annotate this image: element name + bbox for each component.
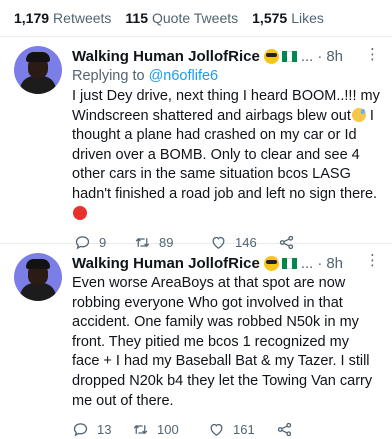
more-icon[interactable]: ⋮ <box>365 47 380 62</box>
sweat-emoji-icon <box>351 107 366 122</box>
emoji-sunglasses-icon <box>263 48 279 64</box>
tweet-text: I just Dey drive, next thing I heard BOO… <box>72 87 380 224</box>
timestamp[interactable]: 8h <box>326 48 343 65</box>
quote-tweets-count: 115 <box>125 10 148 26</box>
avatar[interactable] <box>14 46 62 94</box>
tweet-header: Walking Human JollofRice ... · 8h <box>72 253 380 273</box>
retweets-count: 1,179 <box>14 10 50 26</box>
retweet-icon <box>133 424 148 434</box>
tweet-stats-bar: 1,179 Retweets 115 Quote Tweets 1,575 Likes <box>0 0 392 37</box>
replying-to: Replying to @n6oflife6 <box>72 66 380 86</box>
avatar[interactable] <box>14 253 62 301</box>
likes-label: Likes <box>291 10 324 26</box>
reply-button[interactable]: 13 <box>72 421 132 438</box>
replying-to-handle[interactable]: @n6oflife6 <box>149 68 219 84</box>
separator-dot: · <box>317 254 323 272</box>
like-count: 161 <box>233 421 255 437</box>
tweet-content: Walking Human JollofRice ... · 8h ⋮ Repl… <box>72 46 380 250</box>
quote-tweets-stat[interactable]: 115 Quote Tweets <box>125 10 238 26</box>
display-name[interactable]: Walking Human JollofRice <box>72 255 260 272</box>
replying-to-label: Replying to <box>72 68 149 84</box>
tweet-actions: 13 100 161 <box>72 419 380 439</box>
reply-icon <box>73 422 88 437</box>
tweet[interactable]: Walking Human JollofRice ... · 8h ⋮ Repl… <box>0 37 392 250</box>
nigeria-flag-icon <box>281 257 297 269</box>
like-button[interactable]: 161 <box>208 421 276 438</box>
tweet-content: Walking Human JollofRice ... · 8h ⋮ Even… <box>72 253 380 437</box>
share-button[interactable] <box>276 421 301 438</box>
separator-dot: · <box>317 47 323 65</box>
name-ellipsis: ... <box>300 254 314 272</box>
likes-count: 1,575 <box>252 10 288 26</box>
quote-tweets-label: Quote Tweets <box>152 10 239 26</box>
retweets-label: Retweets <box>53 10 112 26</box>
retweet-button[interactable]: 100 <box>132 421 208 438</box>
retweets-stat[interactable]: 1,179 Retweets <box>14 10 111 26</box>
tweet-text: Even worse AreaBoys at that spot are now… <box>72 275 373 409</box>
nigeria-flag-icon <box>281 50 297 62</box>
like-icon <box>210 423 223 436</box>
likes-stat[interactable]: 1,575 Likes <box>252 10 324 26</box>
retweet-count: 100 <box>157 421 179 437</box>
angry-emoji-icon <box>73 205 87 220</box>
tweet-text-part1: I just Dey drive, next thing I heard BOO… <box>72 88 380 124</box>
tweet-header: Walking Human JollofRice ... · 8h <box>72 46 380 66</box>
more-icon[interactable]: ⋮ <box>365 253 380 268</box>
name-ellipsis: ... <box>300 47 314 65</box>
timestamp[interactable]: 8h <box>326 255 343 272</box>
tweet[interactable]: Walking Human JollofRice ... · 8h ⋮ Even… <box>0 244 392 437</box>
emoji-sunglasses-icon <box>263 255 279 271</box>
share-icon <box>277 422 292 436</box>
display-name[interactable]: Walking Human JollofRice <box>72 48 260 65</box>
reply-count: 13 <box>97 421 112 437</box>
